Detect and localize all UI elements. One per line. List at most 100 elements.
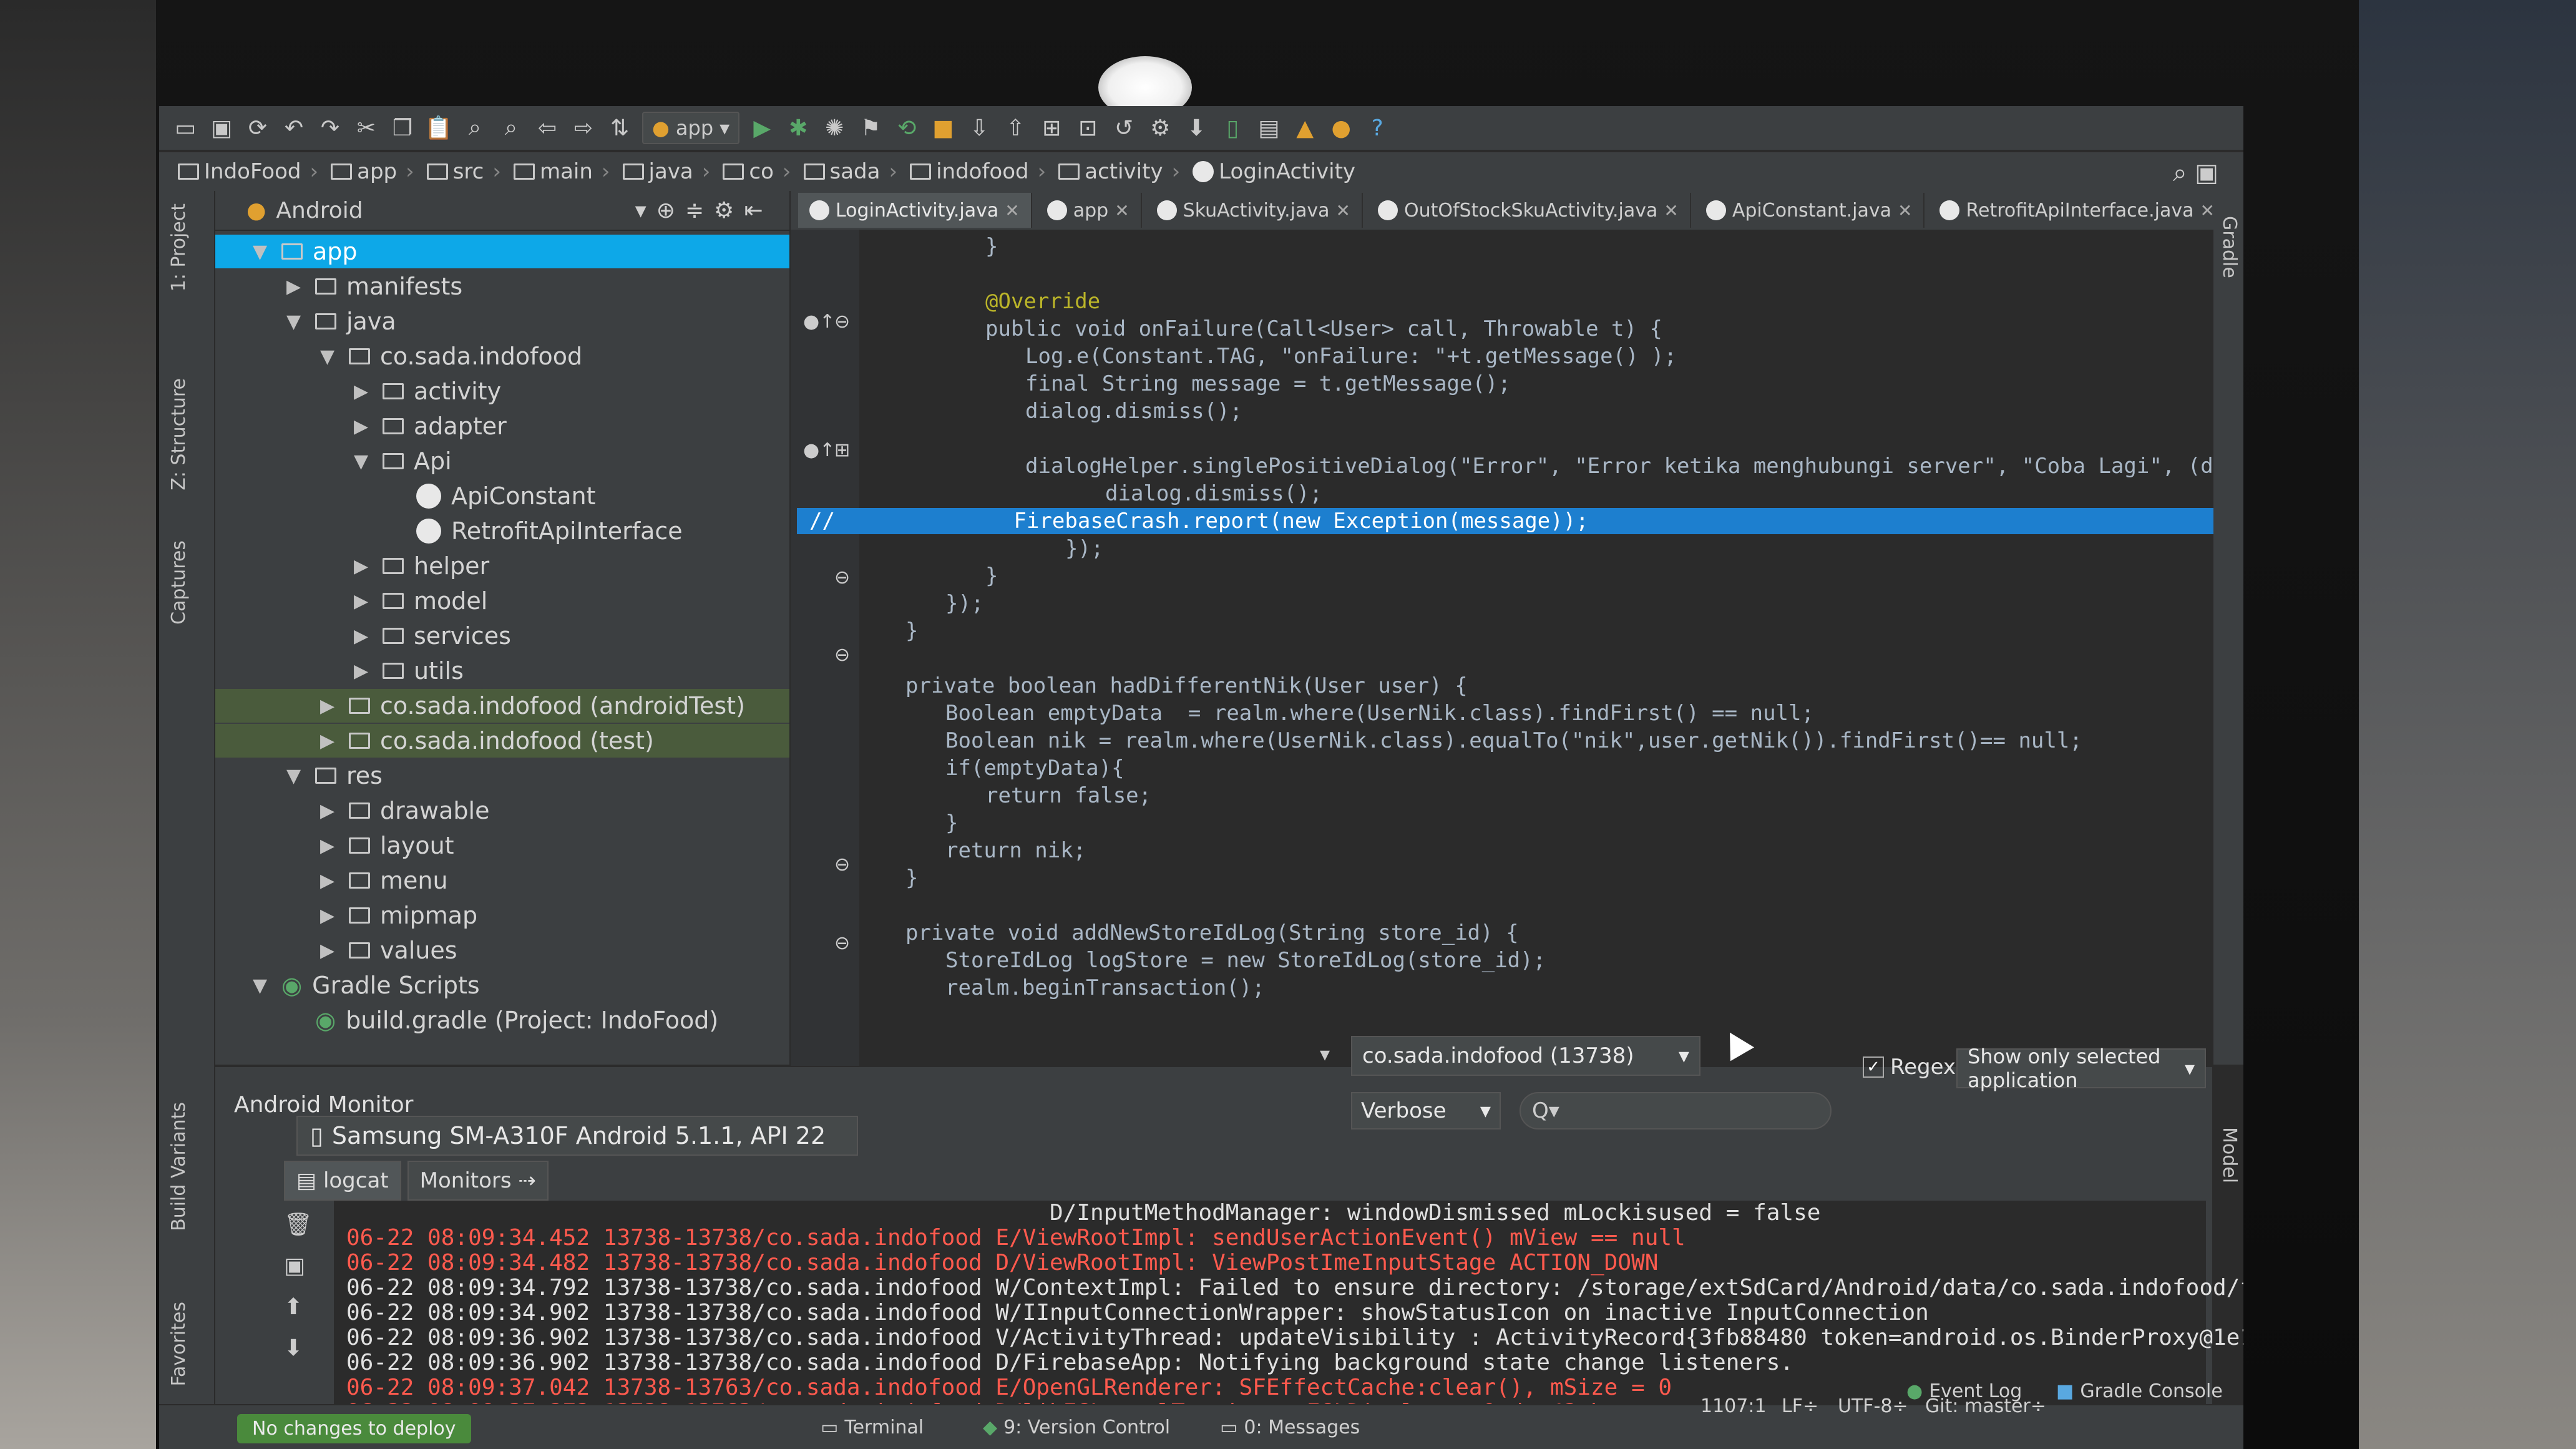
settings-gear-icon[interactable]: ⚙ [714,198,734,223]
file-encoding[interactable]: UTF-8÷ [1838,1395,1908,1417]
tree-item[interactable]: ▶ drawable [215,794,789,827]
down-arrow-icon[interactable]: ⬇ [284,1328,328,1369]
collapsed-arrow-icon[interactable]: ▶ [354,660,373,682]
override-marker-icon[interactable]: ●↑ [803,439,835,461]
tree-item[interactable]: ApiConstant [215,479,789,513]
process-select[interactable]: co.sada.indofood (13738) ▾ [1351,1036,1700,1076]
cut-icon[interactable]: ✂ [353,114,380,142]
clear-logcat-icon[interactable]: 🗑 [284,1204,328,1246]
tree-item[interactable]: ◉ build.gradle (Project: IndoFood) [215,1003,789,1037]
breadcrumb-item[interactable]: main › [513,159,618,184]
caret-position[interactable]: 1107:1 [1700,1395,1767,1417]
find-icon[interactable]: ⌕ [461,114,489,142]
tree-item[interactable]: ▶ layout [215,829,789,862]
tool-tab-terminal[interactable]: ▭ Terminal [821,1417,924,1438]
tool-tab-captures[interactable]: Captures [168,540,190,625]
copy-icon[interactable]: ❐ [389,114,416,142]
expanded-arrow-icon[interactable]: ▼ [253,241,271,263]
up-arrow-icon[interactable]: ⬆ [284,1287,328,1328]
redo-icon[interactable]: ↷ [316,114,344,142]
vcs-update-icon[interactable]: ⇩ [965,114,993,142]
undo-icon[interactable]: ↶ [280,114,308,142]
paste-icon[interactable]: 📋 [425,114,453,142]
tool-tab-gradle-console[interactable]: ■ Gradle Console [2056,1380,2223,1402]
collapsed-arrow-icon[interactable]: ▶ [354,555,373,577]
tree-item[interactable]: ▶ values [215,934,789,967]
log-level-select[interactable]: Verbose ▾ [1351,1092,1501,1129]
device-monitor-icon[interactable]: ▤ [1255,114,1282,142]
collapsed-arrow-icon[interactable]: ▶ [320,695,339,717]
android-robot-icon[interactable]: ● [1327,114,1355,142]
fold-icon[interactable]: ⊖ [834,567,850,588]
open-folder-icon[interactable]: ▭ [172,114,199,142]
collapsed-arrow-icon[interactable]: ▶ [354,381,373,402]
forward-icon[interactable]: ⇨ [570,114,597,142]
expanded-arrow-icon[interactable]: ▼ [286,311,305,333]
back-icon[interactable]: ⇦ [534,114,561,142]
search-everywhere-icon[interactable]: ⌕ ▣ [2173,159,2218,187]
tool-tab-favorites[interactable]: Favorites [168,1302,190,1387]
tree-item[interactable]: ▶ adapter [215,409,789,443]
vcs-commit-icon[interactable]: ⇧ [1002,114,1029,142]
hide-panel-icon[interactable]: ⇤ [744,198,763,223]
tool-tab-structure[interactable]: Z: Structure [168,378,190,490]
device-select[interactable]: ▯ Samsung SM-A310F Android 5.1.1, API 22 [296,1116,858,1156]
override-marker-icon[interactable]: ●↑ [803,311,835,333]
regex-toggle[interactable]: ✓ Regex [1863,1055,1956,1080]
tree-item[interactable]: ▶ co.sada.indofood (androidTest) [215,689,789,723]
tree-item[interactable]: ▼ res [215,759,789,793]
logcat-search-input[interactable]: Q▾ [1520,1092,1832,1129]
tree-item[interactable]: ▶ co.sada.indofood (test) [215,724,789,758]
tool-tab-gradle[interactable]: Gradle [2218,216,2240,278]
tree-item[interactable]: ▶ helper [215,549,789,583]
tree-item[interactable]: ▼ Api [215,444,789,478]
fold-icon[interactable]: ⊖ [834,932,850,954]
apply-changes-icon[interactable]: ⟲ [893,114,920,142]
stop-icon[interactable]: ■ [929,114,957,142]
save-all-icon[interactable]: ▣ [208,114,235,142]
tree-item[interactable]: ▼ co.sada.indofood [215,339,789,373]
line-separator[interactable]: LF÷ [1782,1395,1818,1417]
close-tab-icon[interactable]: ✕ [1898,200,1912,221]
tool-tab-build-variants[interactable]: Build Variants [168,1102,190,1231]
collapsed-arrow-icon[interactable]: ▶ [354,590,373,612]
regex-checkbox[interactable]: ✓ [1863,1056,1884,1078]
tree-item[interactable]: ▶ manifests [215,270,789,303]
close-tab-icon[interactable]: ✕ [2200,200,2215,221]
project-view-mode[interactable]: Android [276,198,363,223]
collapsed-arrow-icon[interactable]: ▶ [354,416,373,437]
tree-item[interactable]: ▼ ◉ Gradle Scripts [215,968,789,1002]
tab-logcat[interactable]: ▤ logcat [284,1161,401,1201]
breadcrumb-item[interactable]: java › [622,159,718,184]
scroll-from-source-icon[interactable]: ⊕ [656,198,675,223]
collapsed-arrow-icon[interactable]: ▶ [286,276,305,298]
scroll-to-end-icon[interactable]: ▣ [284,1246,328,1287]
breadcrumb-item[interactable]: src › [426,159,509,184]
close-tab-icon[interactable]: ✕ [1115,200,1129,221]
tree-item[interactable]: ▶ mipmap [215,899,789,932]
sdk-manager-icon[interactable]: ⬇ [1183,114,1210,142]
close-tab-icon[interactable]: ✕ [1664,200,1678,221]
close-tab-icon[interactable]: ✕ [1336,200,1350,221]
debug-icon[interactable]: ✱ [784,114,812,142]
profile-icon[interactable]: ⚑ [857,114,884,142]
tree-item[interactable]: ▶ model [215,584,789,618]
tool-tab-version-control[interactable]: ◆ 9: Version Control [983,1417,1170,1438]
log-filter-select[interactable]: Show only selected application ▾ [1956,1045,2206,1092]
sync-icon[interactable]: ⟳ [244,114,271,142]
tool-tab-project[interactable]: 1: Project [168,203,190,291]
tool-tab-android-model[interactable]: Android Model [2218,1127,2243,1199]
expanded-arrow-icon[interactable]: ▼ [354,451,373,472]
tree-item[interactable]: ▶ utils [215,654,789,688]
breadcrumb-item[interactable]: sada › [803,159,905,184]
expanded-arrow-icon[interactable]: ▼ [320,346,339,368]
close-tab-icon[interactable]: ✕ [1005,200,1019,221]
vcs-compare-icon[interactable]: ⊞ [1038,114,1065,142]
code-area[interactable]: } @Override public void onFailure(Call<Use… [797,230,2243,1066]
project-structure-icon[interactable]: ⚙ [1146,114,1174,142]
collapsed-arrow-icon[interactable]: ▶ [354,625,373,647]
collapsed-arrow-icon[interactable]: ▶ [320,730,339,752]
expanded-arrow-icon[interactable]: ▼ [286,765,305,787]
collapsed-arrow-icon[interactable]: ▶ [320,835,339,857]
tree-item[interactable]: ▼ app [215,235,789,268]
